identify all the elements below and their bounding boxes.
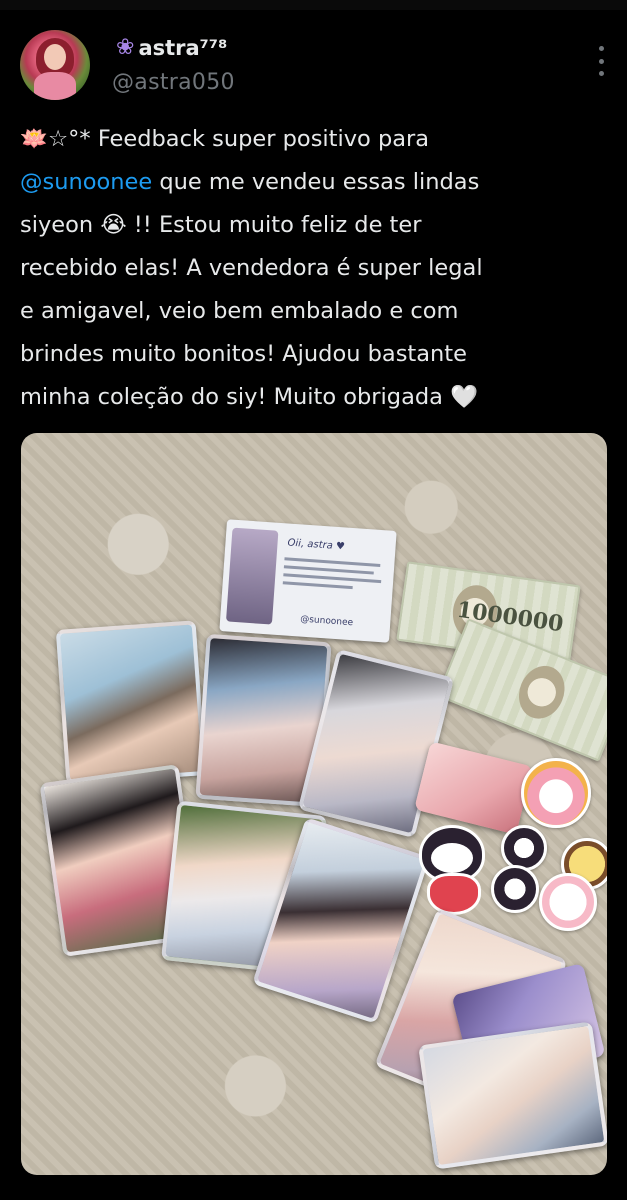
tweet-line-7: minha coleção do siy! Muito obrigada 🤍 <box>20 384 479 410</box>
letter-signature: @sunoonee <box>299 614 354 629</box>
user-handle[interactable]: @astra050 <box>112 70 235 95</box>
photocard-9 <box>418 1021 607 1170</box>
mention-link[interactable]: @sunoonee <box>20 169 152 195</box>
letter-greeting: Oii, astra ♥ <box>287 537 346 553</box>
photocard-1 <box>55 620 207 785</box>
novelty-bill-2 <box>436 618 607 762</box>
hello-kitty-sticker <box>539 873 597 931</box>
kuromi-strawberry-sticker <box>409 821 495 915</box>
tweet-photo[interactable]: Oii, astra ♥ @sunoonee 1000000 <box>21 433 607 1175</box>
avatar[interactable] <box>20 30 90 100</box>
tweet-text: 🪷☆°* Feedback super positivo para @sunoo… <box>20 118 616 419</box>
tweet-line-5: e amigavel, veio bem embalado e com <box>20 298 459 324</box>
top-edge <box>0 0 627 10</box>
tweet-line-1: 🪷☆°* Feedback super positivo para <box>20 126 430 152</box>
kuromi-sticker-small-2 <box>491 865 539 913</box>
kuromi-sticker-small-1 <box>501 825 547 871</box>
more-options-icon[interactable] <box>591 46 611 76</box>
hyacinth-icon: ❀ <box>116 35 135 60</box>
my-melody-sticker <box>521 758 591 828</box>
tweet-line-4: recebido elas! A vendedora é super legal <box>20 255 483 281</box>
tweet-line-2: @sunoonee que me vendeu essas lindas <box>20 169 480 195</box>
display-name[interactable]: astra⁷⁷⁸ <box>138 36 227 60</box>
tweet-line-3: siyeon 😭 !! Estou muito feliz de ter <box>20 212 422 238</box>
tweet-line-6: brindes muito bonitos! Ajudou bastante <box>20 341 467 367</box>
name-row[interactable]: ❀ astra⁷⁷⁸ <box>116 36 227 60</box>
thank-you-letter: Oii, astra ♥ @sunoonee <box>219 519 397 643</box>
tweet-header: ❀ astra⁷⁷⁸ @astra050 <box>0 20 627 110</box>
